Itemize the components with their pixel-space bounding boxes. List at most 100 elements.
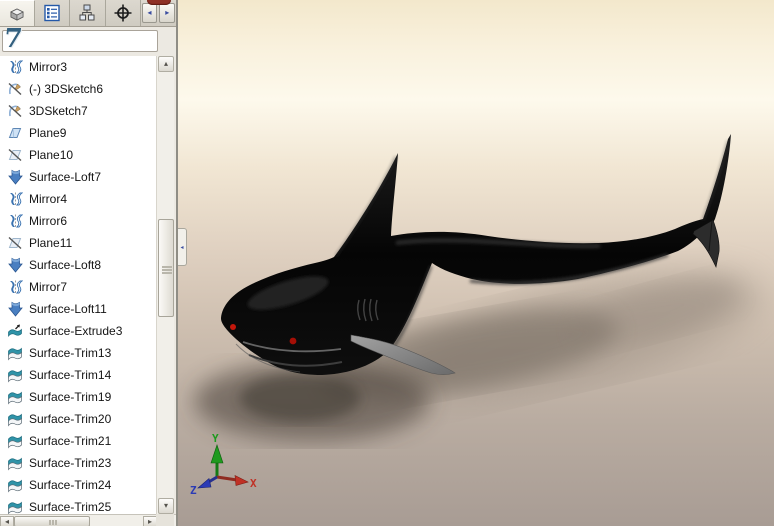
tab-configurationmanager[interactable] [70, 0, 106, 26]
surface-loft-icon [8, 302, 23, 317]
tree-item-surface-trim13[interactable]: Surface-Trim13 [0, 342, 158, 364]
tree-item-surface-loft7[interactable]: Surface-Loft7 [0, 166, 158, 188]
tree-item-label: Surface-Trim14 [29, 368, 112, 382]
surface-trim-icon [8, 414, 22, 426]
scroll-right-icon[interactable]: ▸ [143, 516, 157, 526]
tree-item-surface-trim24[interactable]: Surface-Trim24 [0, 474, 158, 496]
panel-collapse-handle[interactable]: ◂ [178, 228, 187, 266]
surface-loft-icon [8, 170, 23, 185]
tree-item-surface-loft11[interactable]: Surface-Loft11 [0, 298, 158, 320]
tree-item-plane10[interactable]: Plane10 [0, 144, 158, 166]
tree-item-label: 3DSketch7 [29, 104, 88, 118]
sketch3d-icon [8, 82, 22, 96]
mirror-icon [9, 60, 23, 74]
vertical-scrollbar-thumb[interactable] [158, 219, 174, 317]
clipped-red-icon [147, 0, 171, 5]
z-axis-label: Z [190, 484, 197, 497]
tree-item-label: Surface-Trim21 [29, 434, 112, 448]
mouth-marker [289, 337, 297, 345]
tree-item-plane9[interactable]: Plane9 [0, 122, 158, 144]
tree-item-surface-trim21[interactable]: Surface-Trim21 [0, 430, 158, 452]
tree-item-label: Plane10 [29, 148, 74, 162]
tree-item-label: Plane11 [29, 236, 73, 250]
tree-item-label: Mirror3 [29, 60, 67, 74]
horizontal-scrollbar[interactable]: ◂ ▸ [0, 514, 176, 526]
surface-trim-icon [8, 480, 22, 492]
x-axis-arrow-icon [234, 474, 249, 486]
tree-item-label: Surface-Trim20 [29, 412, 112, 426]
tree-item-plane11[interactable]: Plane11 [0, 232, 158, 254]
mirror-icon [9, 192, 23, 206]
thumb-grip [162, 266, 172, 268]
scroll-left-icon[interactable]: ◂ [0, 516, 14, 526]
tree-item-label: Mirror6 [29, 214, 67, 228]
tree-item-mirror4[interactable]: Mirror4 [0, 188, 158, 210]
tree-item-surface-trim19[interactable]: Surface-Trim19 [0, 386, 158, 408]
tree-item-mirror3[interactable]: Mirror3 [0, 56, 158, 78]
tree-item-surface-trim14[interactable]: Surface-Trim14 [0, 364, 158, 386]
tree-item-label: Surface-Trim13 [29, 346, 112, 360]
tab-featuremanager[interactable] [0, 0, 36, 26]
orientation-triad: Y X Z [190, 432, 257, 497]
tree-filter-input[interactable]: 7 [2, 24, 158, 54]
tree-filter-row: 7 [0, 24, 176, 55]
tree-item-label: Surface-Extrude3 [29, 324, 123, 338]
tree-item-mirror7[interactable]: Mirror7 [0, 276, 158, 298]
surface-trim-icon [8, 392, 22, 404]
surface-trim-icon [8, 458, 22, 470]
horizontal-scrollbar-thumb[interactable] [14, 516, 90, 526]
y-axis-arrow-icon [210, 444, 224, 464]
feature-tree-icon [44, 4, 60, 22]
tree-item-label: Surface-Loft8 [29, 258, 102, 272]
scroll-down-icon[interactable]: ▾ [158, 498, 174, 514]
tree-item-label: Surface-Trim25 [29, 500, 112, 514]
sketch3d-icon [8, 104, 22, 118]
tab-propertymanager[interactable] [35, 0, 71, 26]
solidworks-window: ◂ ▸ 7 Mirror3 (-) 3DSketch6 3DSketch7 Pl… [0, 0, 774, 526]
surface-trim-icon [8, 436, 22, 448]
thumb-grip [49, 520, 51, 525]
x-axis-label: X [250, 477, 257, 490]
y-axis-label: Y [212, 432, 219, 445]
graphics-viewport[interactable]: Y X Z ◂ [178, 0, 774, 526]
feature-manager-panel: ◂ ▸ 7 Mirror3 (-) 3DSketch6 3DSketch7 Pl… [0, 0, 178, 526]
shark-model-scene: Y X Z [190, 134, 761, 497]
tree-filter-value: 7 [2, 24, 24, 54]
tree-item-surface-trim25[interactable]: Surface-Trim25 [0, 496, 158, 514]
configuration-icon [79, 4, 95, 21]
feature-tree: Mirror3 (-) 3DSketch6 3DSketch7 Plane9 P… [0, 56, 158, 514]
tree-item-3dsketch6[interactable]: (-) 3DSketch6 [0, 78, 158, 100]
tree-item-surface-extrude3[interactable]: Surface-Extrude3 [0, 320, 158, 342]
mirror-icon [9, 214, 23, 228]
scrollbar-corner [156, 514, 174, 526]
tree-item-label: Mirror7 [29, 280, 67, 294]
tree-item-label: Mirror4 [29, 192, 67, 206]
surface-trim-icon [8, 370, 22, 382]
plane-hidden-icon [8, 148, 22, 162]
tree-item-surface-trim23[interactable]: Surface-Trim23 [0, 452, 158, 474]
tree-item-label: Surface-Trim24 [29, 478, 112, 492]
z-axis-arrow-icon [197, 477, 212, 489]
vertical-scrollbar[interactable]: ▴ ▾ [156, 56, 174, 514]
tree-item-surface-trim20[interactable]: Surface-Trim20 [0, 408, 158, 430]
tree-item-label: Surface-Loft7 [29, 170, 102, 184]
tree-item-label: Surface-Loft11 [29, 302, 107, 316]
scroll-up-icon[interactable]: ▴ [158, 56, 174, 72]
tree-item-mirror6[interactable]: Mirror6 [0, 210, 158, 232]
tree-item-label: Plane9 [29, 126, 67, 140]
part-icon [10, 7, 24, 21]
surface-trim-icon [8, 348, 22, 360]
tree-item-surface-loft8[interactable]: Surface-Loft8 [0, 254, 158, 276]
tree-item-3dsketch7[interactable]: 3DSketch7 [0, 100, 158, 122]
tab-scroll-left-button[interactable]: ◂ [141, 3, 158, 23]
tab-dimxpertmanager[interactable] [106, 0, 141, 26]
tree-item-label: Surface-Trim19 [29, 390, 112, 404]
tab-scroll-right-button[interactable]: ▸ [159, 3, 176, 23]
panel-tab-bar: ◂ ▸ [0, 0, 176, 27]
shark-eye [230, 324, 236, 330]
tree-item-label: Surface-Trim23 [29, 456, 112, 470]
plane-hidden-icon [8, 236, 22, 250]
mirror-icon [9, 280, 23, 294]
surface-trim-icon [8, 502, 22, 514]
plane-icon [9, 128, 21, 138]
